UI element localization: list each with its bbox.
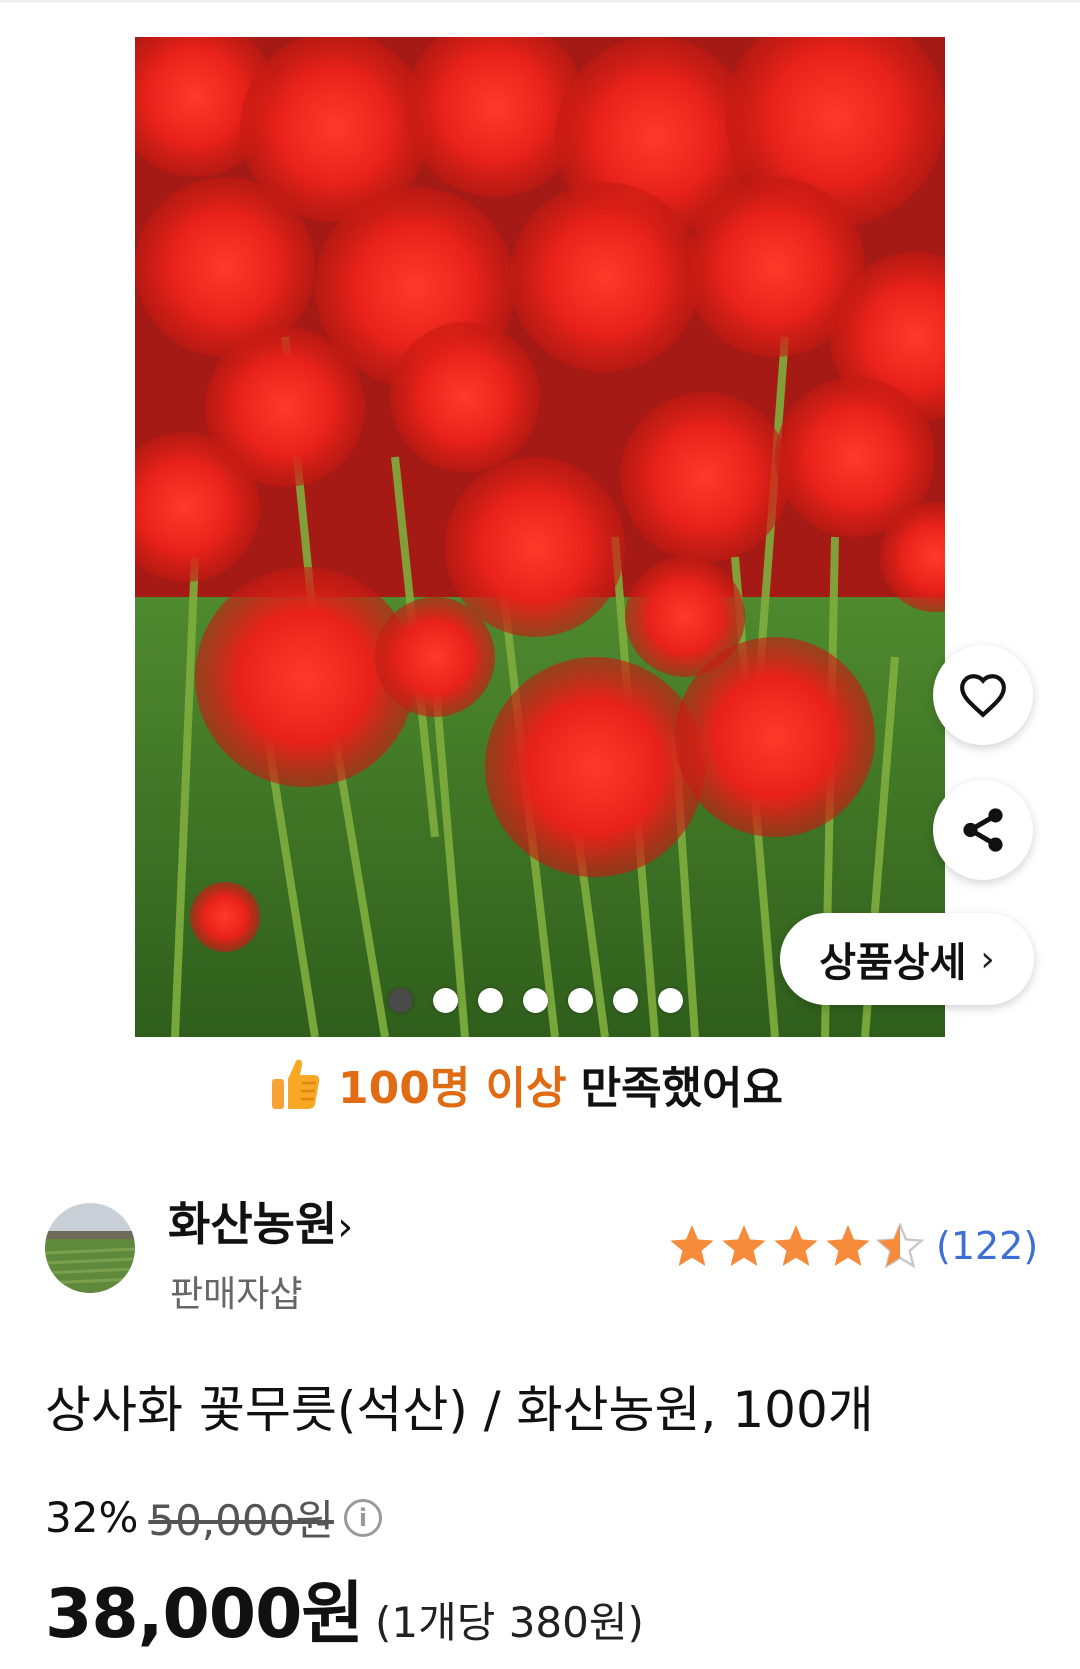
seller-type: 판매자샵 [170, 1274, 303, 1315]
satisfaction-banner: 100명 이상 만족했어요 [270, 1052, 783, 1116]
pagination-dot[interactable] [478, 988, 503, 1013]
review-count[interactable]: (122) [936, 1224, 1038, 1268]
heart-icon [960, 674, 1006, 718]
satisfaction-text: 만족했어요 [580, 1063, 784, 1114]
share-button[interactable] [933, 780, 1033, 880]
product-photo-flowers [135, 37, 945, 1037]
chevron-right-icon: › [980, 938, 995, 980]
gallery-pagination [388, 988, 683, 1013]
top-divider [0, 0, 1080, 3]
price-original-row: 32% 50,000원 i [45, 1487, 382, 1548]
product-detail-label: 상품상세 [819, 940, 967, 986]
pagination-dot[interactable] [388, 988, 413, 1013]
pagination-dot[interactable] [658, 988, 683, 1013]
product-title: 상사화 꽃무릇(석산) / 화산농원, 100개 [45, 1381, 874, 1439]
star-half-icon [876, 1223, 924, 1269]
seller-name: 화산농원 [168, 1197, 338, 1251]
like-button[interactable] [933, 645, 1033, 745]
share-icon [963, 808, 1003, 852]
pagination-dot[interactable] [613, 988, 638, 1013]
star-full-icon [670, 1225, 714, 1266]
pagination-dot[interactable] [523, 988, 548, 1013]
chevron-right-icon: › [337, 1204, 354, 1250]
info-icon[interactable]: i [343, 1498, 382, 1537]
pagination-dot[interactable] [433, 988, 458, 1013]
pagination-dot[interactable] [568, 988, 593, 1013]
star-full-icon [826, 1225, 870, 1266]
star-full-icon [722, 1225, 766, 1266]
product-detail-button[interactable]: 상품상세 › [780, 913, 1034, 1005]
sale-price: 38,000원 [45, 1575, 364, 1654]
seller-avatar[interactable] [45, 1203, 135, 1293]
star-full-icon [774, 1225, 818, 1266]
product-image[interactable] [135, 37, 945, 1037]
unit-price: (1개당 380원) [374, 1598, 644, 1647]
original-price: 50,000원 [148, 1496, 334, 1545]
satisfaction-count: 100명 이상 [338, 1063, 567, 1114]
seller-avatar-image [45, 1203, 135, 1293]
price-sale-row: 38,000원 (1개당 380원) [45, 1558, 644, 1657]
thumbs-up-icon [272, 1059, 320, 1109]
rating-stars [668, 1223, 924, 1269]
rating[interactable]: (122) [668, 1223, 1038, 1269]
seller-name-link[interactable]: 화산농원› [168, 1188, 353, 1254]
discount-rate: 32% [45, 1493, 139, 1542]
